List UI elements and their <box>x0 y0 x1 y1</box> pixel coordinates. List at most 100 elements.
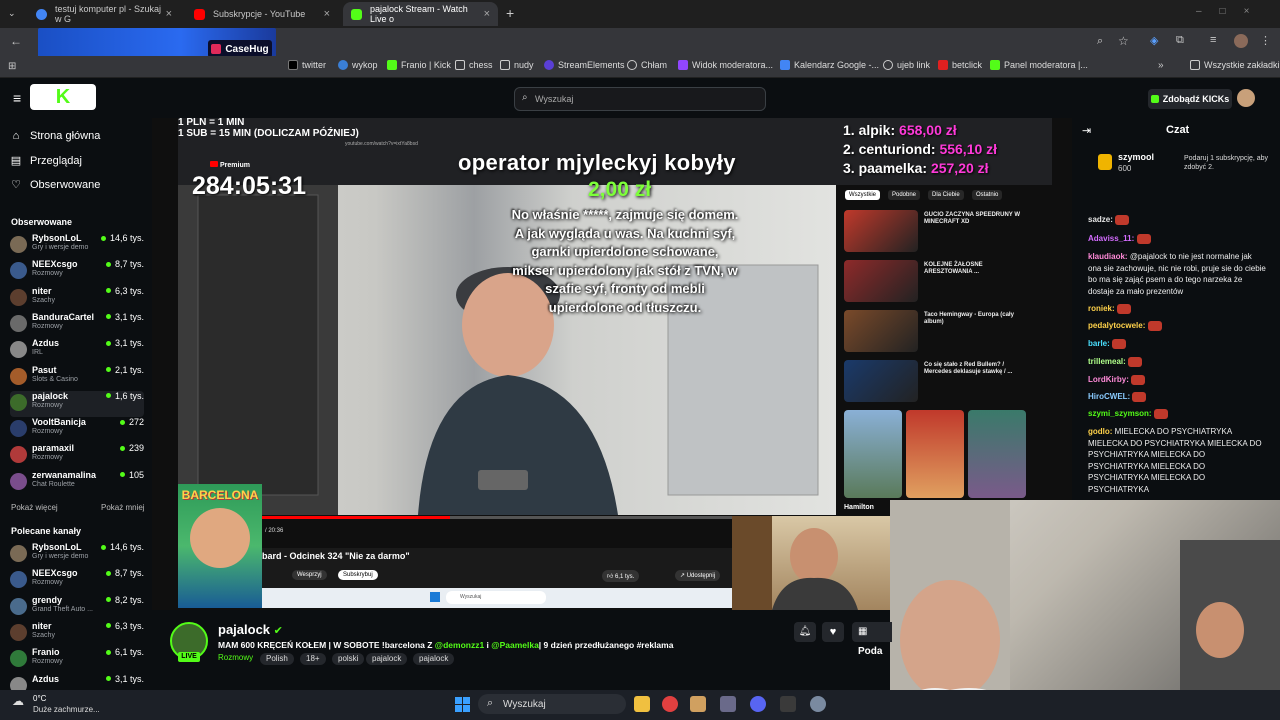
nav-browse[interactable]: ▤ Przeglądaj <box>10 154 82 168</box>
start-button[interactable] <box>455 697 470 712</box>
short-thumb[interactable] <box>844 410 902 498</box>
bookmark-twitter[interactable]: twitter <box>288 60 326 70</box>
bookmark-google-calendar[interactable]: Kalendarz Google -... <box>780 60 879 70</box>
sidebar-channel-azdus[interactable]: Azdus IRL 3,1 tys. <box>10 338 144 364</box>
get-kicks-button[interactable]: Zdobądź KICKs <box>1148 89 1232 109</box>
collapse-chat-icon[interactable]: ⇥ <box>1082 124 1091 137</box>
search-input[interactable]: ⌕ Wyszukaj <box>514 87 766 111</box>
media-app-icon[interactable] <box>720 696 736 712</box>
chat-username[interactable]: trillemeal: <box>1088 357 1126 366</box>
sidebar-channel-rybsonlol[interactable]: RybsonLoL Gry i wersje demo 14,6 tys. <box>10 233 144 259</box>
yt-filter-similar[interactable]: Podobne <box>888 190 921 200</box>
chat-username[interactable]: szymi_szymson: <box>1088 409 1152 418</box>
yt-like-button[interactable]: 👍︎ 6,1 tys. <box>602 570 640 582</box>
bookmark-chlam[interactable]: Chłam <box>627 60 667 70</box>
zoom-icon[interactable]: ⌕ <box>1097 35 1103 48</box>
close-icon[interactable]: × <box>166 8 172 20</box>
apps-icon[interactable]: ⊞ <box>8 61 16 72</box>
sidebar-channel-niter[interactable]: niter Szachy 6,3 tys. <box>10 621 144 647</box>
mention-link[interactable]: @demonzz1 <box>435 640 484 650</box>
kick-logo[interactable]: K <box>30 84 96 110</box>
sidebar-channel-pasut[interactable]: Pasut Slots & Casino 2,1 tys. <box>10 365 144 391</box>
bookmark-streamelements[interactable]: StreamElements <box>544 60 625 70</box>
bookmark-franio[interactable]: Franio | Kick <box>387 60 451 70</box>
sidebar-channel-pajalock[interactable]: pajalock Rozmowy 1,6 tys. <box>10 390 144 417</box>
hamburger-icon[interactable]: ≡ <box>13 90 21 106</box>
chat-username[interactable]: sadze: <box>1088 215 1113 224</box>
puzzle-icon[interactable]: ⧉ <box>1176 34 1184 47</box>
tag-chip[interactable]: polski <box>332 653 365 665</box>
gift-leader-banner[interactable]: szymool 600 Podaruj 1 subskrypcję, aby z… <box>1090 150 1270 180</box>
sidebar-channel-zerwanamalina[interactable]: zerwanamalina Chat Roulette 105 <box>10 470 144 496</box>
sidebar-channel-franio[interactable]: Franio Rozmowy 6,1 tys. <box>10 647 144 673</box>
bookmark-moderator-view[interactable]: Widok moderatora... <box>678 60 773 70</box>
star-icon[interactable]: ☆ <box>1118 34 1129 48</box>
short-thumb[interactable] <box>906 410 964 498</box>
user-avatar[interactable] <box>1237 89 1255 107</box>
sidebar-channel-neexcsgo[interactable]: NEEXcsgo Rozmowy 8,7 tys. <box>10 568 144 594</box>
menu-icon[interactable]: ⋮ <box>1260 34 1271 47</box>
show-more-link[interactable]: Pokaż więcej <box>11 503 58 512</box>
tab-google[interactable]: testuj komputer pl - Szukaj w G × <box>28 2 180 26</box>
app-icon[interactable] <box>690 696 706 712</box>
terminal-icon[interactable] <box>780 696 796 712</box>
bookmark-wykop[interactable]: wykop <box>338 60 378 70</box>
yt-subscribe-button[interactable]: Subskrybuj <box>338 570 378 580</box>
bookmark-chess[interactable]: chess <box>455 60 493 70</box>
sidebar-channel-niter[interactable]: niter Szachy 6,3 tys. <box>10 286 144 312</box>
tag-chip[interactable]: Polish <box>260 653 294 665</box>
yt-share-button[interactable]: ↗ Udostępnij <box>675 570 721 581</box>
weather-temp[interactable]: 0°C <box>33 694 46 703</box>
extension-icon[interactable]: ◈ <box>1150 34 1158 47</box>
short-thumb[interactable] <box>968 410 1026 498</box>
yt-progress-bar[interactable] <box>262 516 732 519</box>
taskbar-search-input[interactable]: ⌕ Wyszukaj <box>478 694 626 714</box>
chat-username[interactable]: LordKirby: <box>1088 375 1129 384</box>
back-icon[interactable]: ← <box>10 34 22 48</box>
file-explorer-icon[interactable] <box>634 696 650 712</box>
chat-username[interactable]: barle: <box>1088 339 1110 348</box>
settings-icon[interactable] <box>810 696 826 712</box>
yt-filter-for-you[interactable]: Dla Ciebie <box>928 190 964 200</box>
discord-icon[interactable] <box>750 696 766 712</box>
chat-username[interactable]: HiroCWEL: <box>1088 392 1130 401</box>
yt-video-title[interactable]: GUCIO ZACZYNA SPEEDRUNY W MINECRAFT XD <box>924 212 1024 226</box>
category-link[interactable]: Rozmowy <box>218 653 253 662</box>
chat-username[interactable]: pedalytocwele: <box>1088 321 1145 330</box>
sidebar-channel-rybsonlol[interactable]: RybsonLoL Gry i wersje demo 14,6 tys. <box>10 542 144 568</box>
show-less-link[interactable]: Pokaż mniej <box>101 503 145 512</box>
sidebar-channel-grendy[interactable]: grendy Grand Theft Auto ... 8,2 tys. <box>10 595 144 621</box>
bookmark-moderator-panel[interactable]: Panel moderatora |... <box>990 60 1088 70</box>
sidebar-channel-neexcsgo[interactable]: NEEXcsgo Rozmowy 8,7 tys. <box>10 259 144 285</box>
profile-avatar[interactable] <box>1234 34 1248 48</box>
chat-username[interactable]: godlo: <box>1088 427 1112 436</box>
yt-video-thumbnail[interactable] <box>844 260 918 302</box>
tab-menu-icon[interactable]: ⌄ <box>8 8 16 19</box>
yt-video-title[interactable]: KOLEJNE ŻAŁOSNE ARESZTOWANIA ... <box>924 262 1024 276</box>
chat-username[interactable]: klaudiaok: <box>1088 252 1128 261</box>
tab-youtube[interactable]: Subskrypcje - YouTube × <box>186 2 338 26</box>
yt-filter-all[interactable]: Wszystkie <box>845 190 880 200</box>
tag-chip[interactable]: pajalock <box>366 653 408 665</box>
close-icon[interactable]: × <box>484 8 490 20</box>
yt-filter-recent[interactable]: Ostatnio <box>972 190 1003 200</box>
close-icon[interactable]: × <box>324 8 330 20</box>
tab-kick[interactable]: pajalock Stream - Watch Live o × <box>343 2 498 26</box>
streamer-name[interactable]: pajalock ✔ <box>218 622 283 637</box>
weather-desc[interactable]: Duże zachmurze... <box>33 705 100 714</box>
yt-video-thumbnail[interactable] <box>844 210 918 252</box>
new-tab-button[interactable]: + <box>506 5 514 21</box>
chat-username[interactable]: Adaviss_11: <box>1088 234 1134 243</box>
yt-video-title[interactable]: Co się stało z Red Bullem? / Mercedes de… <box>924 362 1024 376</box>
nav-home[interactable]: ⌂ Strona główna <box>10 130 101 142</box>
gift-sub-button[interactable]: ▦ Poda <box>852 622 892 657</box>
window-controls[interactable]: –□× <box>1196 6 1267 17</box>
yt-support-button[interactable]: Wesprzyj <box>292 570 327 580</box>
bookmark-betclick[interactable]: betclick <box>938 60 982 70</box>
bookmark-ujeb-link[interactable]: ujeb link <box>883 60 930 70</box>
yt-video-thumbnail[interactable] <box>844 360 918 402</box>
sidebar-channel-paramaxil[interactable]: paramaxil Rozmowy 239 <box>10 443 144 469</box>
follow-heart-button[interactable]: ♥ <box>822 622 844 642</box>
chevron-right-icon[interactable]: » <box>1158 60 1164 71</box>
sidebar-channel-vooltbanicja[interactable]: VooltBanicja Rozmowy 272 <box>10 417 144 443</box>
